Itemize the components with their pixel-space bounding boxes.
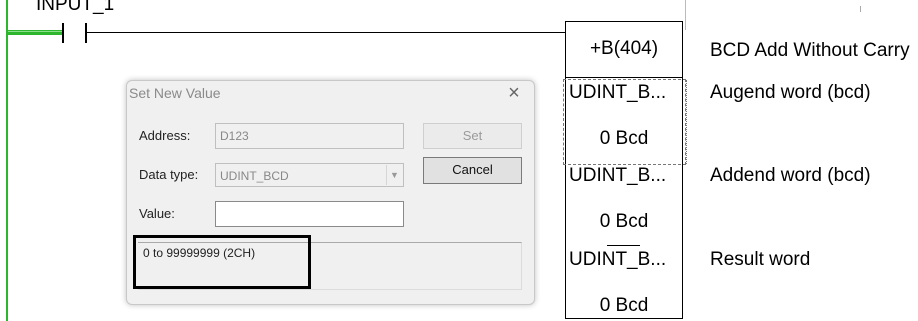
grid-dot	[860, 6, 861, 12]
energized-rung-segment	[8, 30, 62, 35]
address-label: Address:	[139, 128, 191, 143]
annotation-highlight-box	[133, 235, 311, 289]
contact-right-bar[interactable]	[85, 23, 87, 43]
dialog-title: Set New Value	[129, 85, 221, 101]
data-type-label: Data type:	[139, 167, 199, 182]
data-type-select: UDINT_BCD ▼	[215, 163, 404, 187]
operand-desc-augend: Augend word (bcd)	[710, 82, 871, 103]
cancel-button[interactable]: Cancel	[423, 157, 522, 184]
data-type-value: UDINT_BCD	[220, 169, 289, 183]
right-rail-stub	[685, 0, 686, 30]
value-input[interactable]	[215, 201, 404, 227]
instruction-title: +B(404)	[589, 38, 659, 59]
address-field: D123	[215, 123, 404, 149]
instruction-description: BCD Add Without Carry	[710, 40, 910, 61]
rung-wire	[87, 32, 565, 33]
contact-left-bar[interactable]	[62, 23, 64, 43]
operand-type-addend[interactable]: UDINT_B...	[569, 165, 666, 187]
chevron-down-icon: ▼	[386, 165, 402, 185]
value-label: Value:	[139, 206, 175, 221]
operand-value-augend[interactable]: 0 Bcd	[565, 128, 683, 150]
left-power-rail	[6, 0, 8, 321]
operand-value-addend[interactable]: 0 Bcd	[565, 211, 683, 233]
result-overline	[607, 245, 640, 246]
set-button[interactable]: Set	[423, 123, 522, 149]
contact-label: INPUT_1	[36, 0, 115, 15]
operand-desc-result: Result word	[710, 249, 811, 270]
operand-type-augend[interactable]: UDINT_B...	[569, 82, 666, 104]
operand-desc-addend: Addend word (bcd)	[710, 165, 871, 186]
operand-type-result[interactable]: UDINT_B...	[569, 249, 666, 271]
close-icon[interactable]: ×	[503, 80, 525, 106]
block-separator	[565, 77, 683, 78]
operand-value-result[interactable]: 0 Bcd	[565, 295, 683, 317]
